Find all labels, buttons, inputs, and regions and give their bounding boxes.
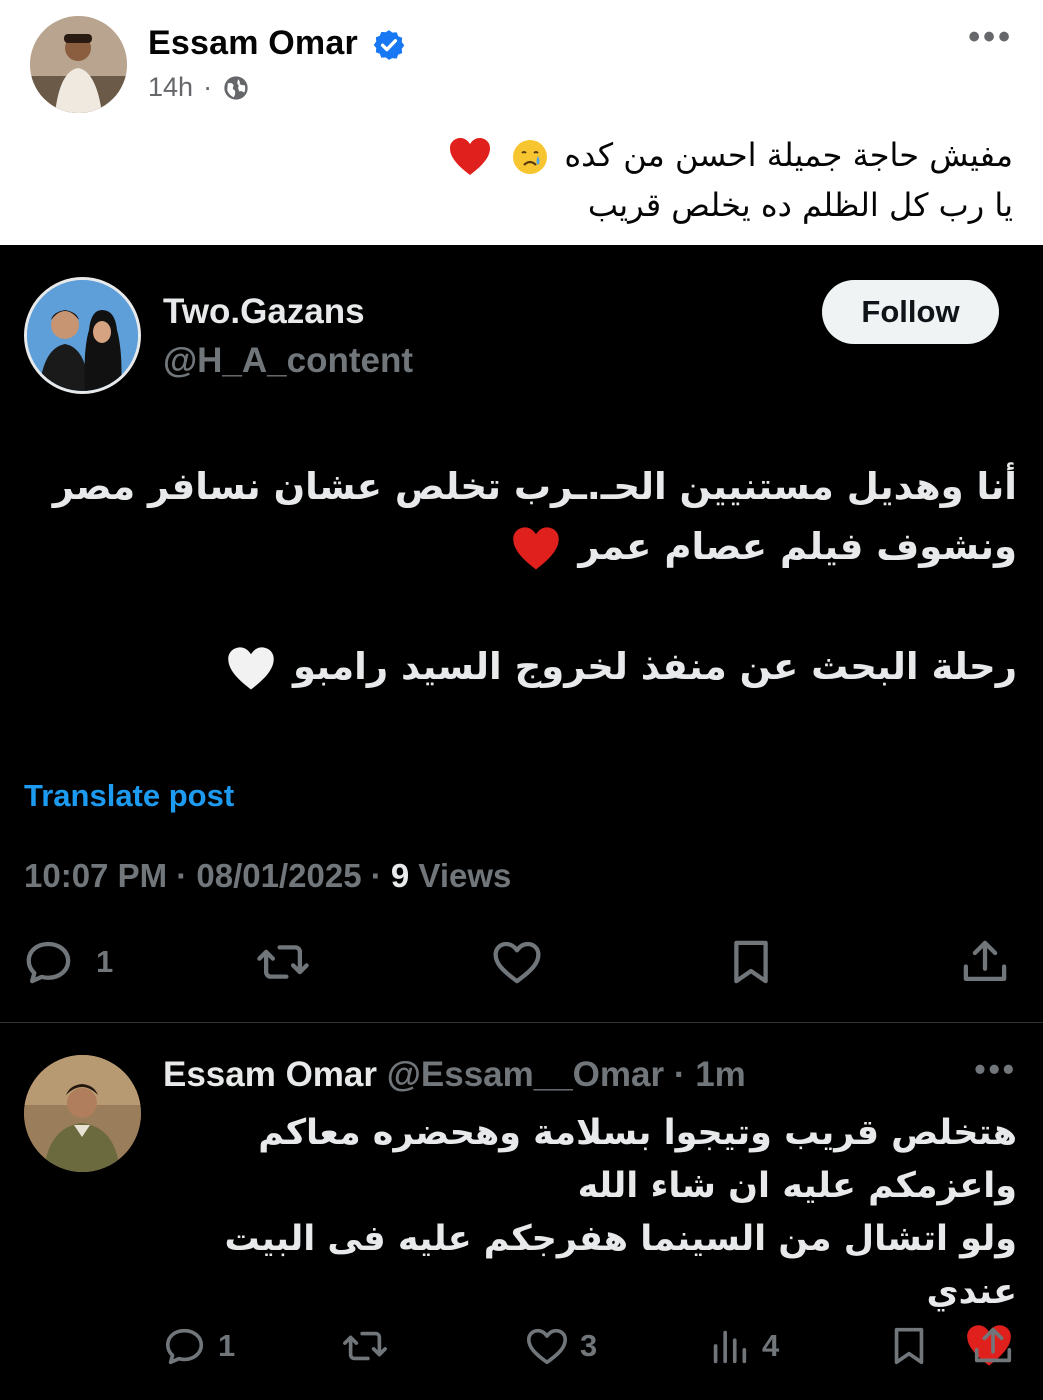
views-label: Views [409,857,512,894]
reply-header: Essam Omar @Essam__Omar · 1m [163,1055,746,1095]
meta-separator: · [203,72,213,102]
caption-line-1-text: مفيش حاجة جميلة احسن من كده [564,136,1013,174]
bookmark-button[interactable] [724,935,778,989]
reply-bookmark-button[interactable] [886,1323,932,1369]
repost-icon [257,945,309,979]
tweet-timestamp: 10:07 PM · 08/01/2025 · 9 Views [24,857,511,895]
verified-badge-icon [373,30,405,60]
tweet-line-1: أنا وهديل مستنيين الحـ.ـرب تخلص عشان نسا… [52,465,1017,508]
heart-outline-icon [493,941,541,984]
tweet-author-handle[interactable]: @H_A_content [163,341,413,381]
reply-icon [26,941,71,984]
reply-author-handle[interactable]: @Essam__Omar · 1m [377,1055,746,1094]
tweet-line-3-text: رحلة البحث عن منفذ لخروج السيد رامبو [292,645,1017,688]
reply-line-2: واعزمكم عليه ان شاء الله [577,1166,1017,1206]
timestamp-text[interactable]: 10:07 PM · 08/01/2025 · [24,857,391,894]
tweet-text: أنا وهديل مستنيين الحـ.ـرب تخلص عشان نسا… [27,457,1017,697]
more-options-icon[interactable]: ••• [968,18,1013,57]
red-heart-icon [513,526,560,569]
tweet-line-3: رحلة البحث عن منفذ لخروج السيد رامبو [27,637,1017,697]
reply-button[interactable]: 1 [22,935,113,989]
reply-repost-button[interactable] [342,1323,388,1369]
post-time[interactable]: 14h [148,72,193,103]
reply-share-button[interactable] [970,1323,1016,1369]
tweet-line-2-text: ونشوف فيلم عصام عمر [578,525,1017,568]
globe-icon [224,75,248,100]
share-button[interactable] [958,935,1012,989]
divider [0,1022,1043,1023]
caption-line-2: يا رب كل الظلم ده يخلص قريب [587,186,1013,224]
bookmark-icon [734,940,768,984]
reply-like-count: 3 [580,1328,598,1363]
reply-views-count: 4 [762,1328,780,1363]
post-meta: 14h · [148,72,250,103]
reply-line-3: ولو اتشال من السينما هفرجكم عليه فى البي… [224,1219,1017,1312]
embedded-x-post: Two.Gazans @H_A_content Follow أنا وهديل… [0,245,1043,1400]
follow-button[interactable]: Follow [822,280,999,344]
reply-line-1: هتخلص قريب وتيجوا بسلامة وهحضره معاكم [258,1113,1017,1153]
caption-line-1: مفيش حاجة جميلة احسن من كده [113,130,1013,180]
reply-author-avatar[interactable] [24,1055,141,1172]
repost-button[interactable] [256,935,310,989]
repost-icon [343,1331,387,1361]
heart-outline-icon [526,1328,568,1365]
translate-post-link[interactable]: Translate post [24,778,234,814]
reply-author-name[interactable]: Essam Omar [163,1055,377,1094]
reply-count: 1 [96,944,114,979]
tweet-action-bar: 1 [0,935,1043,1005]
like-button[interactable] [490,935,544,989]
tweet-author-name[interactable]: Two.Gazans [163,292,365,332]
views-count: 9 [390,857,410,894]
reply-reply-button[interactable]: 1 [162,1323,235,1369]
author-avatar[interactable] [30,16,127,113]
reply-reply-count: 1 [218,1328,236,1363]
bookmark-icon [894,1327,924,1365]
crying-face-icon [513,140,548,174]
share-icon [963,940,1007,982]
tweet-line-2: ونشوف فيلم عصام عمر [27,517,1017,577]
reply-icon [165,1328,204,1365]
white-heart-icon [228,646,274,689]
facebook-post-header: Essam Omar 14h · ••• مفيش حاجة جميلة احس… [0,0,1043,245]
red-heart-icon [449,138,490,175]
tweet-author-avatar[interactable] [24,277,141,394]
reply-views-button[interactable]: 4 [706,1323,779,1369]
reply-action-bar: 1 3 4 [0,1323,1043,1383]
share-icon [974,1327,1012,1363]
views-chart-icon [713,1330,747,1364]
author-name[interactable]: Essam Omar [148,24,358,63]
reply-more-icon[interactable]: ••• [974,1051,1017,1088]
post-caption: مفيش حاجة جميلة احسن من كده يا رب كل الظ… [113,130,1013,230]
reply-like-button[interactable]: 3 [524,1323,597,1369]
